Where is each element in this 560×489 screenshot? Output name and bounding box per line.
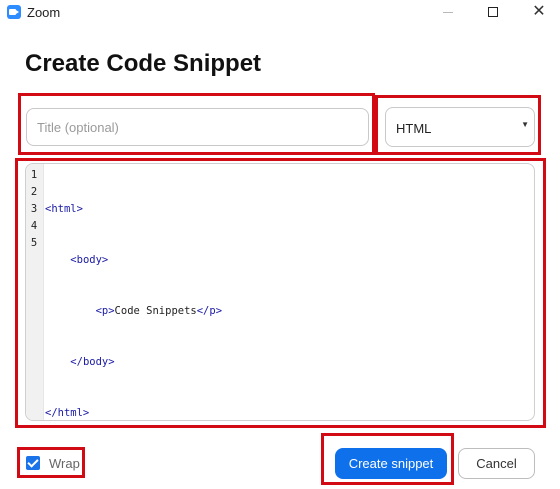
close-button[interactable]: ✕ <box>519 0 559 24</box>
maximize-button[interactable] <box>473 0 513 24</box>
highlight-frame <box>18 93 375 155</box>
close-icon: ✕ <box>532 3 546 20</box>
title-bar: Zoom ✕ <box>0 0 560 24</box>
highlight-frame <box>15 158 546 428</box>
highlight-frame <box>375 95 541 155</box>
minimize-button[interactable] <box>428 0 468 24</box>
cancel-button[interactable]: Cancel <box>458 448 535 479</box>
minimize-icon <box>443 11 453 13</box>
window-title: Zoom <box>27 5 61 20</box>
highlight-frame <box>17 447 85 478</box>
dialog-heading: Create Code Snippet <box>25 50 262 77</box>
zoom-logo-icon <box>7 5 21 19</box>
highlight-frame <box>321 433 454 485</box>
maximize-icon <box>488 7 498 17</box>
